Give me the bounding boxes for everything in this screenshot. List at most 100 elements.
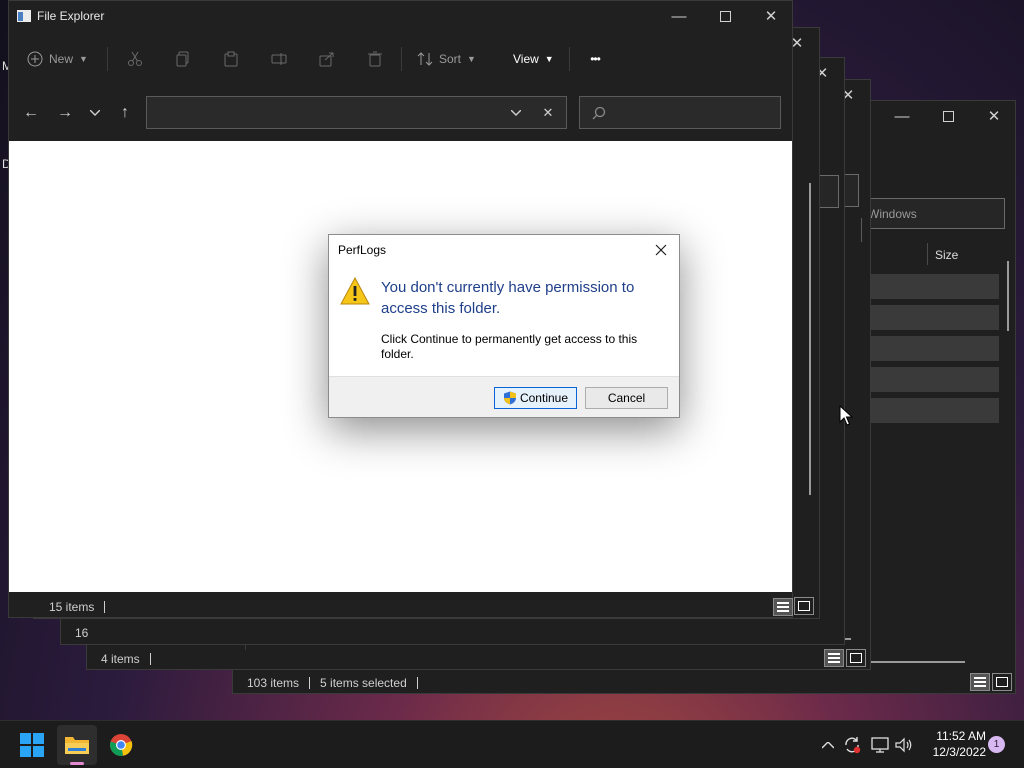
- status-item-count: 15 items: [49, 600, 95, 614]
- maximize-button[interactable]: [702, 1, 748, 31]
- continue-button-label: Continue: [519, 391, 569, 405]
- minimize-button[interactable]: —: [656, 1, 702, 31]
- minimize-icon: —: [671, 7, 687, 25]
- network-button[interactable]: [870, 733, 890, 757]
- minimize-icon: —: [894, 107, 910, 125]
- continue-button[interactable]: Continue: [494, 387, 577, 409]
- tiles-view-icon: [850, 653, 862, 663]
- chrome-icon: [110, 734, 133, 756]
- notification-badge[interactable]: 1: [988, 736, 1005, 753]
- close-icon: [655, 244, 667, 256]
- toolbar: New ▼ Sort ▼ View ▼ •••: [9, 41, 792, 79]
- cancel-button[interactable]: Cancel: [585, 387, 668, 409]
- volume-button[interactable]: [894, 733, 914, 757]
- column-divider: [861, 218, 862, 242]
- forward-button[interactable]: →: [53, 101, 77, 125]
- tiles-view-button[interactable]: [846, 649, 866, 667]
- status-item-count: 103 items: [247, 676, 300, 690]
- mouse-cursor-icon: [839, 405, 853, 426]
- clock[interactable]: 11:52 AM 12/3/2022: [922, 728, 986, 760]
- status-bar: 103 items 5 items selected: [247, 671, 428, 695]
- close-icon: ✕: [987, 108, 1001, 125]
- share-button[interactable]: [315, 48, 339, 70]
- chevron-down-icon: ▼: [467, 54, 476, 64]
- tiles-view-button[interactable]: [794, 597, 814, 615]
- delete-button[interactable]: [363, 48, 387, 70]
- details-view-button[interactable]: [824, 649, 844, 667]
- dialog-title: PerfLogs: [338, 243, 387, 257]
- details-view-icon: [974, 677, 986, 687]
- new-button[interactable]: New ▼: [27, 47, 88, 71]
- arrow-up-icon: ↑: [121, 104, 129, 121]
- taskbar: 11:52 AM 12/3/2022 1: [0, 720, 1024, 768]
- clipboard-icon: [224, 51, 238, 67]
- plus-circle-icon: [27, 51, 43, 67]
- cut-button[interactable]: [123, 48, 147, 70]
- rename-icon: [271, 53, 287, 65]
- chevron-down-icon: [90, 110, 100, 116]
- close-button[interactable]: ✕: [748, 1, 794, 31]
- uac-shield-icon: [503, 391, 516, 405]
- notification-count: 1: [993, 739, 1000, 750]
- chevron-down-icon: ▼: [544, 54, 554, 64]
- rename-button[interactable]: [267, 48, 291, 70]
- search-box[interactable]: h Windows: [853, 198, 1005, 229]
- maximize-icon: [942, 110, 954, 122]
- view-button-label: View: [513, 52, 539, 66]
- more-options-button[interactable]: •••: [581, 47, 609, 71]
- clear-address-button[interactable]: ✕: [537, 102, 559, 124]
- folder-icon: [65, 737, 89, 754]
- dialog-close-button[interactable]: [649, 239, 673, 261]
- sync-icon: [845, 737, 861, 754]
- back-button[interactable]: ←: [19, 101, 43, 125]
- paste-button[interactable]: [219, 48, 243, 70]
- column-header-size[interactable]: Size: [935, 248, 958, 262]
- table-row[interactable]: [871, 274, 999, 299]
- new-button-label: New: [49, 52, 74, 66]
- network-icon: [871, 737, 889, 753]
- view-button[interactable]: View ▼: [513, 47, 554, 71]
- arrow-left-icon: ←: [23, 104, 39, 121]
- taskbar-file-explorer[interactable]: [57, 725, 97, 765]
- address-history-button[interactable]: [505, 102, 527, 124]
- details-view-icon: [777, 602, 789, 612]
- table-row[interactable]: [871, 367, 999, 392]
- recent-locations-button[interactable]: [85, 101, 105, 125]
- dialog-body: Click Continue to permanently get access…: [381, 332, 638, 361]
- up-button[interactable]: ↑: [113, 101, 137, 125]
- share-icon: [319, 52, 334, 67]
- details-view-button[interactable]: [970, 673, 990, 691]
- table-row[interactable]: [871, 336, 999, 361]
- table-row[interactable]: [871, 305, 999, 330]
- permission-dialog[interactable]: PerfLogs You don't currently have permis…: [328, 234, 680, 418]
- show-hidden-icons-button[interactable]: [818, 733, 838, 757]
- clock-time: 11:52 AM: [936, 729, 986, 743]
- trash-icon: [368, 51, 382, 67]
- sync-status-button[interactable]: [842, 733, 862, 757]
- taskbar-chrome[interactable]: [101, 725, 141, 765]
- minimize-button[interactable]: —: [879, 101, 925, 131]
- table-row[interactable]: [871, 398, 999, 423]
- tiles-view-button[interactable]: [992, 673, 1012, 691]
- window-title: File Explorer: [37, 9, 105, 23]
- windows-logo-icon: [20, 733, 44, 757]
- toolbar-divider: [569, 47, 570, 71]
- start-button[interactable]: [12, 729, 52, 761]
- vertical-scrollbar[interactable]: [809, 183, 811, 495]
- close-button[interactable]: ✕: [971, 101, 1017, 131]
- details-view-button[interactable]: [773, 598, 793, 616]
- speaker-icon: [895, 737, 912, 753]
- column-divider: [927, 243, 928, 265]
- close-icon: ✕: [542, 105, 554, 120]
- search-box[interactable]: [579, 96, 781, 129]
- sort-button-label: Sort: [439, 52, 462, 66]
- maximize-button[interactable]: [925, 101, 971, 131]
- copy-button[interactable]: [171, 48, 195, 70]
- copy-icon: [176, 51, 189, 67]
- address-bar[interactable]: ✕: [146, 96, 567, 129]
- warning-icon: [340, 277, 370, 305]
- vertical-scrollbar[interactable]: [1007, 261, 1009, 331]
- close-icon: ✕: [764, 8, 778, 25]
- chevron-down-icon: ▼: [79, 54, 88, 64]
- sort-button[interactable]: Sort ▼: [417, 47, 476, 71]
